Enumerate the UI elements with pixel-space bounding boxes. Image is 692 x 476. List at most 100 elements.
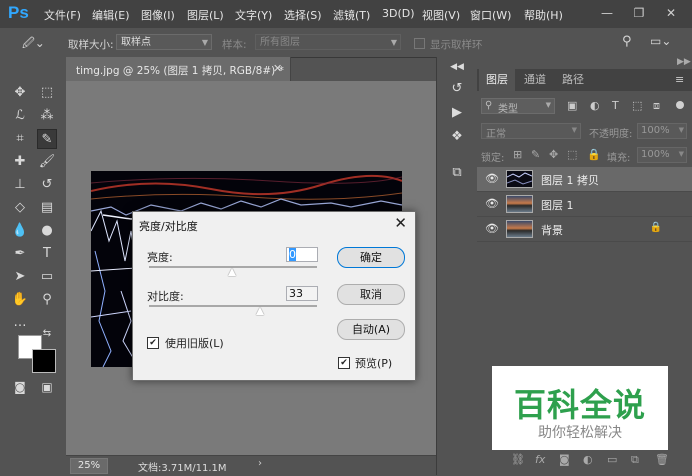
- layer-name[interactable]: 图层 1 拷贝: [541, 172, 599, 188]
- layer-name[interactable]: 图层 1: [541, 197, 574, 213]
- menu-file[interactable]: 文件(F): [44, 7, 81, 23]
- filter-shape-icon[interactable]: ⬚: [632, 99, 642, 112]
- preview-label[interactable]: 预览(P): [355, 355, 392, 371]
- add-mask-icon[interactable]: ◙: [559, 453, 570, 466]
- marquee-tool-icon[interactable]: ⬚: [37, 83, 57, 103]
- type-tool-icon[interactable]: T: [37, 244, 57, 264]
- lock-position-icon[interactable]: ✥: [549, 148, 558, 161]
- layer-row[interactable]: 👁 图层 1 拷贝: [477, 167, 692, 192]
- quick-mask-icon[interactable]: ◙: [10, 377, 30, 397]
- 3d-icon[interactable]: ❖: [446, 127, 468, 147]
- show-ring-checkbox[interactable]: [414, 38, 425, 49]
- collapse-arrows-icon[interactable]: ◀◀: [446, 57, 468, 77]
- zoom-level-field[interactable]: 25%: [70, 458, 108, 474]
- menu-filter[interactable]: 滤镜(T): [333, 7, 370, 23]
- gradient-tool-icon[interactable]: ▤: [37, 198, 57, 218]
- filter-pixel-icon[interactable]: ▣: [567, 99, 577, 112]
- visibility-eye-icon[interactable]: 👁: [485, 222, 499, 235]
- filter-toggle-icon[interactable]: [676, 101, 684, 109]
- more-tools-icon[interactable]: …: [10, 313, 30, 333]
- brightness-input[interactable]: 0: [286, 247, 318, 262]
- clone-stamp-icon[interactable]: ⊥: [10, 175, 30, 195]
- screen-mode-icon[interactable]: ▣: [37, 377, 57, 397]
- properties-icon[interactable]: ⧉: [446, 163, 468, 183]
- path-selection-icon[interactable]: ➤: [10, 267, 30, 287]
- background-color-swatch[interactable]: [32, 349, 56, 373]
- sample-size-select[interactable]: 取样点 ▼: [116, 34, 212, 50]
- use-legacy-checkbox[interactable]: ✔: [147, 337, 159, 349]
- lock-pixels-icon[interactable]: ✎: [531, 148, 540, 161]
- filter-adjustment-icon[interactable]: ◐: [590, 99, 600, 112]
- auto-button[interactable]: 自动(A): [337, 319, 405, 340]
- dodge-tool-icon[interactable]: ●: [37, 221, 57, 241]
- cancel-button[interactable]: 取消: [337, 284, 405, 305]
- layer-name[interactable]: 背景: [541, 222, 563, 238]
- panel-menu-icon[interactable]: ≡: [675, 73, 684, 86]
- adjustment-layer-icon[interactable]: ◐: [583, 453, 593, 466]
- blur-tool-icon[interactable]: 💧: [10, 221, 30, 241]
- layer-row[interactable]: 👁 图层 1: [477, 192, 692, 217]
- filter-type-icon[interactable]: T: [612, 99, 619, 112]
- healing-brush-icon[interactable]: ✚: [10, 152, 30, 172]
- menu-help[interactable]: 帮助(H): [524, 7, 563, 23]
- fill-field[interactable]: 100% ▼: [637, 147, 687, 163]
- contrast-slider-track[interactable]: [149, 305, 317, 307]
- close-icon[interactable]: ✕: [394, 214, 407, 232]
- fx-icon[interactable]: fx: [535, 453, 545, 466]
- menu-layer[interactable]: 图层(L): [187, 7, 224, 23]
- trash-icon[interactable]: 🗑: [655, 453, 669, 466]
- brightness-slider-thumb[interactable]: [228, 268, 236, 276]
- sample-select[interactable]: 所有图层 ▼: [255, 34, 401, 50]
- lock-transparency-icon[interactable]: ⊞: [513, 148, 522, 161]
- link-layers-icon[interactable]: ⛓: [511, 453, 525, 466]
- eyedropper-tool-icon[interactable]: ✎: [37, 129, 57, 149]
- menu-image[interactable]: 图像(I): [141, 7, 175, 23]
- menu-3d[interactable]: 3D(D): [382, 7, 415, 20]
- menu-window[interactable]: 窗口(W): [470, 7, 511, 23]
- restore-icon[interactable]: ❐: [630, 4, 648, 22]
- menu-edit[interactable]: 编辑(E): [92, 7, 130, 23]
- menu-select[interactable]: 选择(S): [284, 7, 322, 23]
- hand-tool-icon[interactable]: ✋: [10, 290, 30, 310]
- collapse-panel-icon[interactable]: ▶▶: [677, 57, 691, 67]
- swap-colors-icon[interactable]: ⇆: [40, 327, 54, 341]
- lock-all-icon[interactable]: 🔒: [587, 148, 601, 161]
- move-tool-icon[interactable]: ✥: [10, 83, 30, 103]
- close-tab-icon[interactable]: ✕: [273, 62, 282, 75]
- workspace-icon[interactable]: ▭⌄: [650, 34, 671, 48]
- new-layer-icon[interactable]: ⧉: [631, 453, 639, 467]
- shape-tool-icon[interactable]: ▭: [37, 267, 57, 287]
- lasso-tool-icon[interactable]: ℒ: [10, 106, 30, 126]
- zoom-tool-icon[interactable]: ⚲: [37, 290, 57, 310]
- lock-artboard-icon[interactable]: ⬚: [567, 148, 577, 161]
- use-legacy-label[interactable]: 使用旧版(L): [165, 335, 224, 351]
- layer-row[interactable]: 👁 背景 🔒: [477, 217, 692, 242]
- filter-smart-object-icon[interactable]: ⧈: [653, 99, 660, 113]
- preview-checkbox[interactable]: ✔: [338, 357, 350, 369]
- ok-button[interactable]: 确定: [337, 247, 405, 268]
- eyedropper-preset-icon[interactable]: 🖉⌄: [22, 34, 45, 55]
- opacity-field[interactable]: 100% ▼: [637, 123, 687, 139]
- contrast-slider-thumb[interactable]: [256, 307, 264, 315]
- tab-channels[interactable]: 通道: [517, 69, 553, 91]
- menu-view[interactable]: 视图(V): [422, 7, 460, 23]
- visibility-eye-icon[interactable]: 👁: [485, 172, 499, 185]
- visibility-eye-icon[interactable]: 👁: [485, 197, 499, 210]
- tab-paths[interactable]: 路径: [555, 69, 591, 91]
- tab-layers[interactable]: 图层: [479, 69, 515, 91]
- group-folder-icon[interactable]: ▭: [607, 453, 617, 466]
- history-brush-icon[interactable]: ↺: [37, 175, 57, 195]
- app-logo[interactable]: Ps: [8, 3, 29, 23]
- crop-tool-icon[interactable]: ⌗: [10, 129, 30, 149]
- search-icon[interactable]: ⚲: [622, 34, 632, 49]
- document-tab[interactable]: timg.jpg @ 25% (图层 1 拷贝, RGB/8#) * ✕: [66, 57, 291, 81]
- eraser-tool-icon[interactable]: ◇: [10, 198, 30, 218]
- brush-tool-icon[interactable]: 🖌: [37, 152, 57, 172]
- menu-type[interactable]: 文字(Y): [235, 7, 272, 23]
- status-menu-arrow-icon[interactable]: ›: [258, 458, 262, 469]
- layer-filter-select[interactable]: ⚲ 类型 ▼: [481, 98, 555, 115]
- blend-mode-select[interactable]: 正常 ▼: [481, 123, 581, 140]
- contrast-input[interactable]: 33: [286, 286, 318, 301]
- history-icon[interactable]: ↺: [446, 79, 468, 99]
- minimize-icon[interactable]: —: [598, 4, 616, 22]
